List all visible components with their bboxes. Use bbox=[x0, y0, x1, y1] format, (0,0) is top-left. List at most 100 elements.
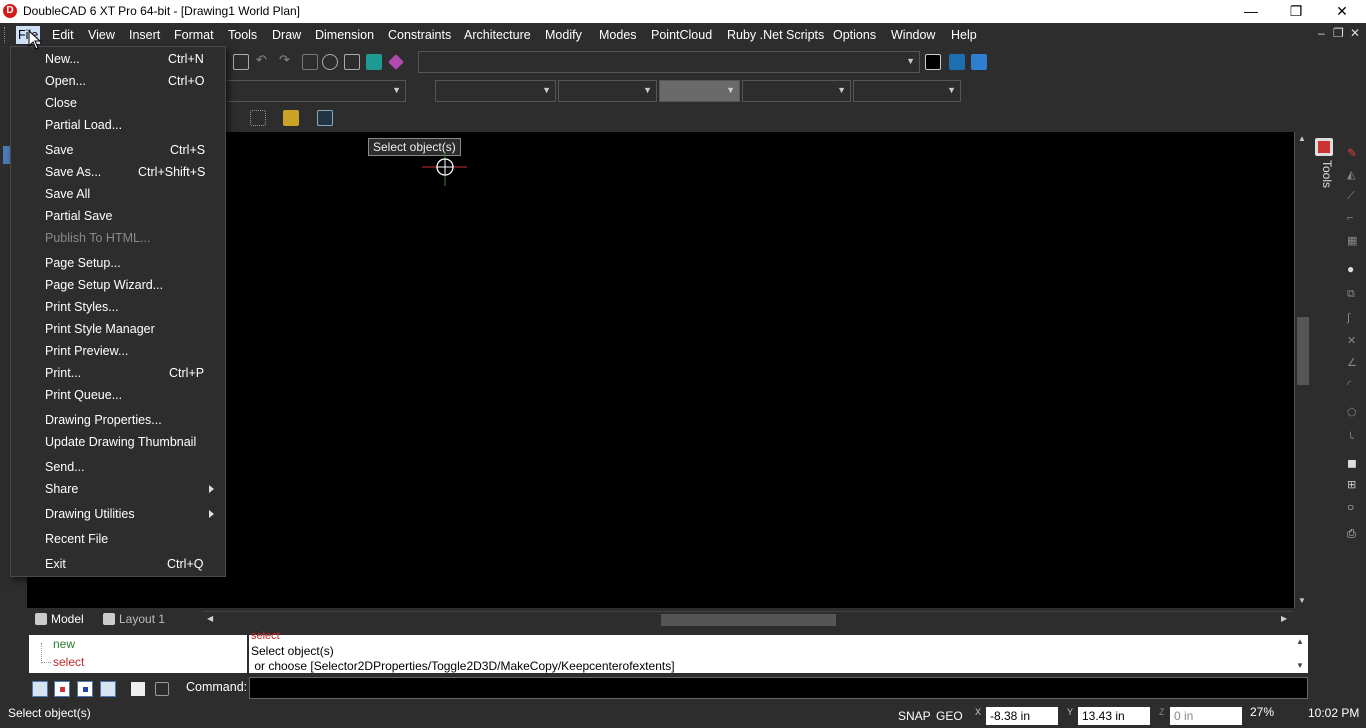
arc-icon[interactable]: ◜ bbox=[1347, 378, 1351, 391]
menu-architecture[interactable]: Architecture bbox=[464, 26, 531, 44]
menu-format[interactable]: Format bbox=[174, 26, 214, 44]
undo-icon[interactable]: ↶ bbox=[256, 52, 267, 68]
menu-item-print-queue[interactable]: Print Queue... bbox=[45, 385, 122, 405]
properties-icon[interactable] bbox=[233, 54, 249, 70]
background-color-icon[interactable] bbox=[925, 54, 941, 70]
scroll-right-icon[interactable]: ▶ bbox=[1281, 614, 1287, 623]
menu-item-drawing-properties[interactable]: Drawing Properties... bbox=[45, 410, 162, 430]
vertical-scroll-thumb[interactable] bbox=[1297, 317, 1309, 385]
menu-item-close[interactable]: Close bbox=[45, 93, 77, 113]
circle-icon[interactable]: ○ bbox=[1347, 500, 1354, 514]
menu-item-partial-load[interactable]: Partial Load... bbox=[45, 115, 122, 135]
menu-item-partial-save[interactable]: Partial Save bbox=[45, 206, 112, 226]
history-scroll-down-icon[interactable]: ▼ bbox=[1296, 661, 1304, 670]
folder-icon[interactable] bbox=[283, 110, 299, 126]
zoom-window-icon[interactable] bbox=[302, 54, 318, 70]
angle-icon[interactable]: ∠ bbox=[1347, 356, 1357, 369]
lineweight-combo[interactable]: ▼ bbox=[659, 80, 740, 102]
pencil-icon[interactable]: ✎ bbox=[1347, 146, 1357, 160]
scroll-up-icon[interactable]: ▲ bbox=[1298, 134, 1306, 143]
menu-constraints[interactable]: Constraints bbox=[388, 26, 451, 44]
tools-panel-icon[interactable] bbox=[1315, 138, 1333, 156]
tab-layout-1[interactable]: Layout 1 bbox=[99, 611, 195, 627]
linetype-combo[interactable]: ▼ bbox=[558, 80, 657, 102]
menu-item-recent-file[interactable]: Recent File bbox=[45, 529, 108, 549]
linescale-combo[interactable]: ▼ bbox=[742, 80, 851, 102]
grid-tool-icon[interactable]: ▦ bbox=[1347, 234, 1357, 247]
menu-help[interactable]: Help bbox=[951, 26, 977, 44]
view-icon[interactable] bbox=[317, 110, 333, 126]
history-scroll-up-icon[interactable]: ▲ bbox=[1296, 637, 1304, 646]
mdi-restore-button[interactable]: ❐ bbox=[1333, 26, 1344, 40]
menu-item-print-style-manager[interactable]: Print Style Manager bbox=[45, 319, 155, 339]
share-icon[interactable] bbox=[971, 54, 987, 70]
fillet-icon[interactable]: ╰ bbox=[1347, 432, 1354, 445]
menu-item-update-drawing-thumbnail[interactable]: Update Drawing Thumbnail bbox=[45, 432, 196, 452]
color-combo[interactable]: ▼ bbox=[435, 80, 556, 102]
style-combo[interactable]: ▼ bbox=[418, 51, 920, 73]
line-icon[interactable]: ⟋ bbox=[1347, 190, 1355, 203]
menu-draw[interactable]: Draw bbox=[272, 26, 301, 44]
cmd-tool-4-icon[interactable] bbox=[100, 681, 116, 697]
tree-item-new[interactable]: new bbox=[53, 637, 75, 651]
scroll-down-icon[interactable]: ▼ bbox=[1298, 596, 1306, 605]
vertical-scrollbar[interactable]: ▲ ▼ bbox=[1294, 132, 1310, 608]
menu-item-publish-to-html[interactable]: Publish To HTML... bbox=[45, 228, 150, 248]
menu-item-print-preview[interactable]: Print Preview... bbox=[45, 341, 128, 361]
menu-ruby-net-scripts[interactable]: Ruby .Net Scripts bbox=[727, 26, 824, 44]
stack-icon[interactable]: ◼ bbox=[1347, 456, 1357, 470]
cmd-tool-5-icon[interactable] bbox=[131, 682, 145, 696]
scroll-left-icon[interactable]: ◀ bbox=[207, 614, 213, 623]
command-input[interactable] bbox=[249, 677, 1308, 699]
menu-item-page-setup[interactable]: Page Setup... bbox=[45, 253, 121, 273]
table-icon[interactable] bbox=[344, 54, 360, 70]
redo-icon[interactable]: ↷ bbox=[279, 52, 290, 68]
cmd-tool-1-icon[interactable] bbox=[32, 681, 48, 697]
menu-item-send[interactable]: Send... bbox=[45, 457, 85, 477]
camera-icon[interactable] bbox=[322, 54, 338, 70]
cmd-tool-6-icon[interactable] bbox=[155, 682, 169, 696]
x-coordinate-field[interactable]: -8.38 in bbox=[986, 707, 1058, 725]
menu-item-save-all[interactable]: Save All bbox=[45, 184, 90, 204]
curve-icon[interactable]: ∫ bbox=[1347, 312, 1350, 324]
menu-item-new[interactable]: New... bbox=[45, 49, 80, 69]
polygon-icon[interactable]: ⬠ bbox=[1347, 406, 1357, 419]
triangle-icon[interactable]: ◭ bbox=[1347, 168, 1355, 181]
mdi-close-button[interactable]: ✕ bbox=[1350, 26, 1360, 40]
layers-icon[interactable] bbox=[366, 54, 382, 70]
horizontal-scroll-thumb[interactable] bbox=[661, 614, 836, 626]
menu-modify[interactable]: Modify bbox=[545, 26, 582, 44]
printer-icon[interactable]: ⎙ bbox=[1347, 528, 1356, 541]
horizontal-scrollbar[interactable]: ◀ ▶ bbox=[203, 611, 1293, 627]
corner-icon[interactable]: ⌐ bbox=[1347, 212, 1353, 224]
tools-panel-label[interactable]: Tools bbox=[1316, 160, 1334, 194]
menu-tools[interactable]: Tools bbox=[228, 26, 257, 44]
menu-item-exit[interactable]: Exit bbox=[45, 554, 66, 574]
tab-model[interactable]: Model bbox=[31, 611, 95, 627]
menu-item-drawing-utilities[interactable]: Drawing Utilities bbox=[45, 504, 135, 524]
menu-item-page-setup-wizard[interactable]: Page Setup Wizard... bbox=[45, 275, 163, 295]
menu-item-print-styles[interactable]: Print Styles... bbox=[45, 297, 119, 317]
geo-toggle[interactable]: GEO bbox=[936, 709, 963, 723]
menu-modes[interactable]: Modes bbox=[599, 26, 637, 44]
tree-item-select[interactable]: select bbox=[53, 655, 84, 669]
eraser-icon[interactable] bbox=[388, 54, 404, 70]
snap-toggle[interactable]: SNAP bbox=[898, 709, 931, 723]
menu-item-save-as[interactable]: Save As... bbox=[45, 162, 101, 182]
menu-item-share[interactable]: Share bbox=[45, 479, 78, 499]
y-coordinate-field[interactable]: 13.43 in bbox=[1078, 707, 1150, 725]
menu-dimension[interactable]: Dimension bbox=[315, 26, 374, 44]
menu-insert[interactable]: Insert bbox=[129, 26, 160, 44]
cmd-tool-2-icon[interactable] bbox=[54, 681, 70, 697]
menu-options[interactable]: Options bbox=[833, 26, 876, 44]
globe-icon[interactable]: ● bbox=[1347, 262, 1354, 276]
menu-window[interactable]: Window bbox=[891, 26, 935, 44]
copy-icon[interactable]: ⧉ bbox=[1347, 288, 1355, 301]
plotstyle-combo[interactable]: ▼ bbox=[853, 80, 961, 102]
menu-edit[interactable]: Edit bbox=[52, 26, 74, 44]
menu-item-open[interactable]: Open... bbox=[45, 71, 86, 91]
close-button[interactable]: ✕ bbox=[1319, 0, 1365, 23]
menu-view[interactable]: View bbox=[88, 26, 115, 44]
z-coordinate-field[interactable]: 0 in bbox=[1170, 707, 1242, 725]
cmd-tool-3-icon[interactable] bbox=[77, 681, 93, 697]
